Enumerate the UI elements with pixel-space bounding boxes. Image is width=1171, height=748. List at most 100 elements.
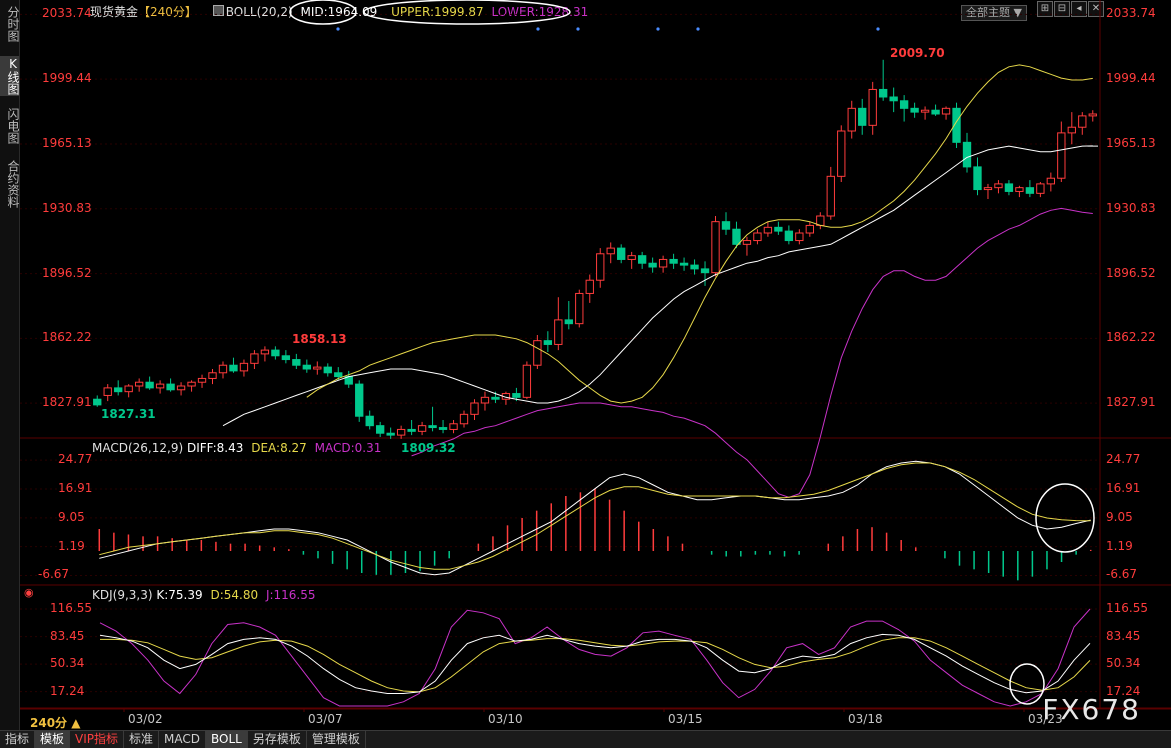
candle-body [459, 413, 469, 425]
candle-body [365, 415, 374, 427]
right-tick-label: 1862.22 [1106, 330, 1156, 345]
highlight-circle [289, 0, 357, 25]
high-annotation: 2009.70 [890, 45, 945, 60]
candle-body [449, 423, 458, 430]
left-tick-label: 1999.44 [42, 71, 92, 86]
candle-body [1025, 187, 1035, 194]
right-tick-label: 1965.13 [1106, 135, 1156, 150]
candle-body [847, 107, 856, 132]
candle-body [564, 319, 573, 325]
info-marker [536, 27, 540, 31]
indicator-settings-icon[interactable]: ◉ [24, 586, 34, 599]
left-tick-label: 83.45 [50, 628, 85, 643]
candle-body [805, 224, 814, 234]
left-tick-label: 50.34 [50, 656, 85, 671]
macd-value: MACD:0.31 [314, 441, 382, 455]
candle-body [1004, 183, 1014, 192]
candle-body [837, 130, 846, 177]
candle-body [376, 425, 385, 434]
x-tick-label: 03/02 [128, 712, 163, 726]
right-tick-label: 24.77 [1106, 452, 1141, 467]
right-tick-label: 16.91 [1106, 480, 1141, 495]
candle-body [795, 232, 804, 242]
candle-body [627, 255, 636, 260]
candle-body [669, 258, 678, 264]
left-tick-label: 1965.13 [42, 135, 92, 150]
kdj-d: D:54.80 [210, 588, 259, 602]
candle-body [858, 107, 867, 126]
candle-body [753, 232, 762, 242]
left-tick-label: 2033.74 [42, 6, 92, 21]
candle-body [281, 355, 291, 361]
bottom-tab[interactable]: 指标 [0, 731, 36, 748]
highlight-circle [1009, 663, 1045, 705]
right-tick-label: 1827.91 [1106, 395, 1156, 410]
x-tick-label: 03/10 [488, 712, 523, 726]
macd-name: MACD(26,12,9) [92, 441, 184, 455]
left-tick-label: 24.77 [58, 452, 93, 467]
bottom-tab[interactable]: 管理模板 [307, 731, 366, 748]
candle-body [491, 396, 500, 400]
left-tick-label: 9.05 [58, 509, 85, 524]
period-selector[interactable]: 240分 ▲ [30, 714, 80, 731]
candle-body [187, 381, 196, 387]
left-tick-label: 1896.52 [42, 265, 92, 280]
kdj-k: K:75.39 [156, 588, 203, 602]
candle-body [533, 340, 542, 366]
candle-body [711, 221, 720, 274]
candle-body [994, 183, 1003, 189]
candle-body [396, 428, 406, 436]
left-tick-label: 16.91 [58, 480, 93, 495]
bottom-tab[interactable]: BOLL [206, 731, 248, 748]
candle-body [742, 240, 752, 245]
bottom-tab[interactable]: 标准 [124, 731, 160, 748]
candle-body [438, 427, 448, 430]
kdj-j: J:116.55 [265, 588, 316, 602]
kdj-legend: KDJ(9,3,3) K:75.39 D:54.80 J:116.55 [92, 588, 316, 602]
candle-body [690, 264, 699, 270]
left-tick-label: 1827.91 [42, 395, 92, 410]
candle-body [302, 364, 311, 370]
bottom-tab[interactable]: VIP指标 [70, 731, 125, 748]
left-tick-label: 17.24 [50, 683, 85, 698]
candle-body [428, 425, 437, 429]
bottom-tab[interactable]: 模板 [35, 731, 71, 748]
candle-body [899, 100, 909, 109]
watermark: FX678 [1042, 693, 1141, 726]
candle-body [596, 253, 605, 281]
chart-canvas [20, 0, 1171, 712]
candle-body [1036, 183, 1045, 194]
bottom-tab[interactable]: 另存模板 [248, 731, 307, 748]
candle-body [229, 364, 238, 372]
candle-body [879, 88, 888, 98]
candle-body [103, 387, 112, 396]
candle-body [155, 383, 165, 389]
candle-body [1088, 113, 1097, 117]
left-tick-label: 116.55 [50, 601, 92, 616]
candle-body [386, 432, 395, 436]
bottom-toolbar: 指标 模板 VIP指标 标准 MACD BOLL 另存模板 管理模板 [0, 730, 1171, 748]
x-tick-label: 03/07 [308, 712, 343, 726]
candle-body [145, 381, 154, 389]
candle-body [313, 366, 322, 370]
candle-body [480, 396, 490, 404]
candle-body [658, 258, 668, 268]
candle-body [774, 226, 783, 232]
candle-body [1046, 177, 1056, 185]
candle-body [208, 372, 217, 379]
candle-body [1015, 187, 1024, 192]
candle-body [920, 109, 930, 113]
candle-body [260, 349, 270, 355]
candle-body [575, 292, 584, 325]
low-annotation: 1809.32 [401, 441, 456, 456]
candle-body [637, 255, 647, 264]
highlight-circle [363, 0, 571, 25]
bottom-tab[interactable]: MACD [159, 731, 207, 748]
candle-body [407, 428, 416, 432]
macd-diff: DIFF:8.43 [186, 441, 244, 455]
right-tick-label: 2033.74 [1106, 6, 1156, 21]
right-tick-label: 9.05 [1106, 509, 1133, 524]
candle-body [910, 107, 919, 113]
info-marker [336, 27, 340, 31]
candle-body [250, 353, 259, 364]
